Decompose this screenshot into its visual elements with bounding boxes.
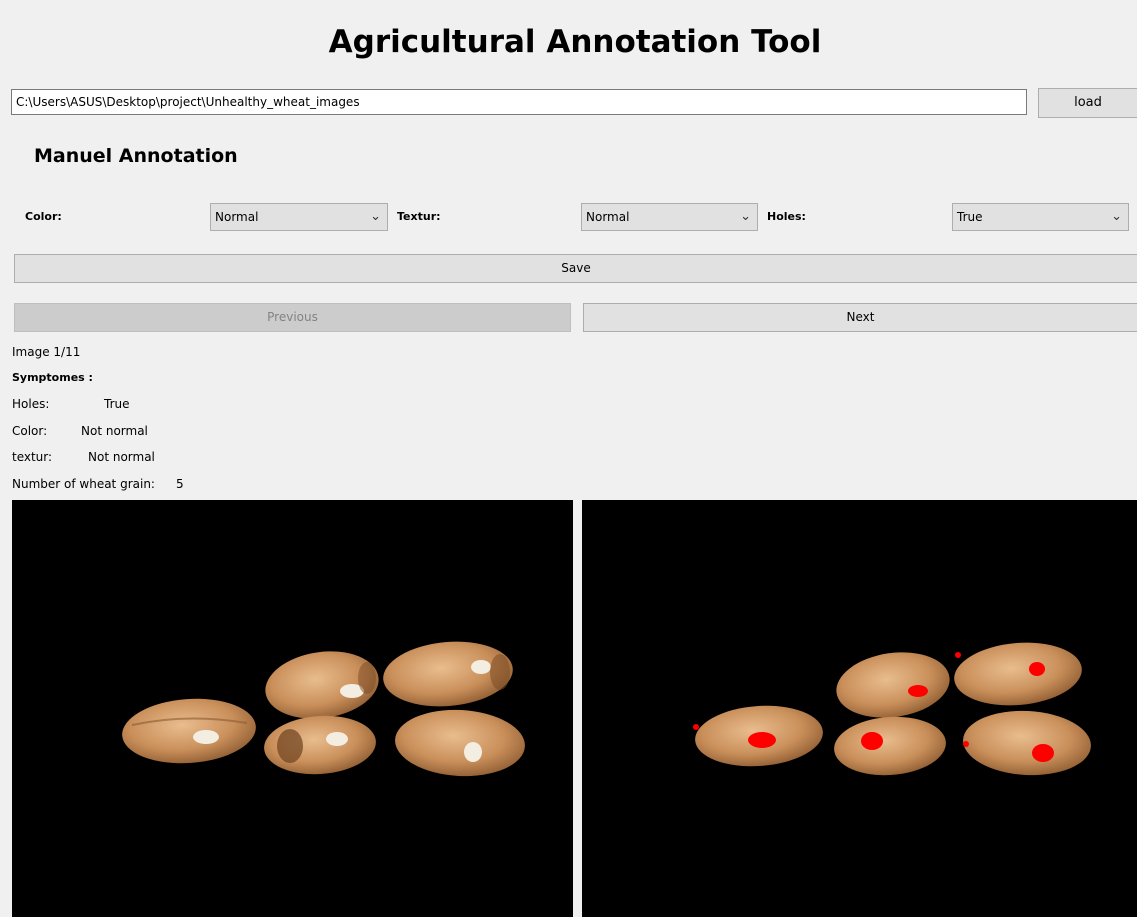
manual-annotation-title: Manuel Annotation <box>34 145 238 167</box>
original-wheat-image <box>12 500 573 917</box>
symptoms-heading: Symptomes : <box>12 371 93 384</box>
holes-select-value: True <box>957 210 983 224</box>
image-counter: Image 1/11 <box>12 345 81 359</box>
textur-label: Textur: <box>397 210 441 223</box>
grain-count-value: 5 <box>176 477 184 491</box>
color-select-value: Normal <box>215 210 259 224</box>
symptom-holes-label: Holes: <box>12 397 50 411</box>
load-button[interactable]: load <box>1038 88 1137 118</box>
defect-highlight <box>1029 662 1045 676</box>
symptom-color-label: Color: <box>12 424 48 438</box>
wheat-grain <box>963 710 1091 776</box>
textur-select[interactable]: Normal ⌄ <box>581 203 758 231</box>
defect-highlight <box>748 732 776 748</box>
wheat-grain <box>836 652 950 718</box>
app-title: Agricultural Annotation Tool <box>328 24 822 60</box>
holes-label: Holes: <box>767 210 806 223</box>
textur-select-value: Normal <box>586 210 630 224</box>
save-button[interactable]: Save <box>14 254 1137 283</box>
wheat-grain <box>383 641 513 707</box>
annotated-wheat-image <box>582 500 1137 917</box>
folder-path-input[interactable] <box>11 89 1027 115</box>
wheat-grain <box>834 716 946 776</box>
symptom-textur-label: textur: <box>12 450 53 464</box>
color-label: Color: <box>25 210 62 223</box>
grain-count-label: Number of wheat grain: <box>12 477 155 491</box>
holes-select[interactable]: True ⌄ <box>952 203 1129 231</box>
previous-button[interactable]: Previous <box>14 303 571 332</box>
wheat-grain <box>693 705 823 767</box>
next-button[interactable]: Next <box>583 303 1137 332</box>
wheat-grain <box>395 709 525 777</box>
chevron-down-icon: ⌄ <box>370 209 381 224</box>
symptom-textur-value: Not normal <box>88 450 155 464</box>
wheat-grain <box>264 715 376 775</box>
defect-highlight <box>1032 744 1054 762</box>
chevron-down-icon: ⌄ <box>1111 209 1122 224</box>
wheat-grain <box>954 642 1082 706</box>
wheat-grain <box>122 698 256 764</box>
wheat-grain <box>265 651 379 719</box>
defect-highlight <box>908 685 928 697</box>
defect-highlight <box>861 732 883 750</box>
symptom-color-value: Not normal <box>81 424 148 438</box>
chevron-down-icon: ⌄ <box>740 209 751 224</box>
color-select[interactable]: Normal ⌄ <box>210 203 388 231</box>
symptom-holes-value: True <box>104 397 130 411</box>
